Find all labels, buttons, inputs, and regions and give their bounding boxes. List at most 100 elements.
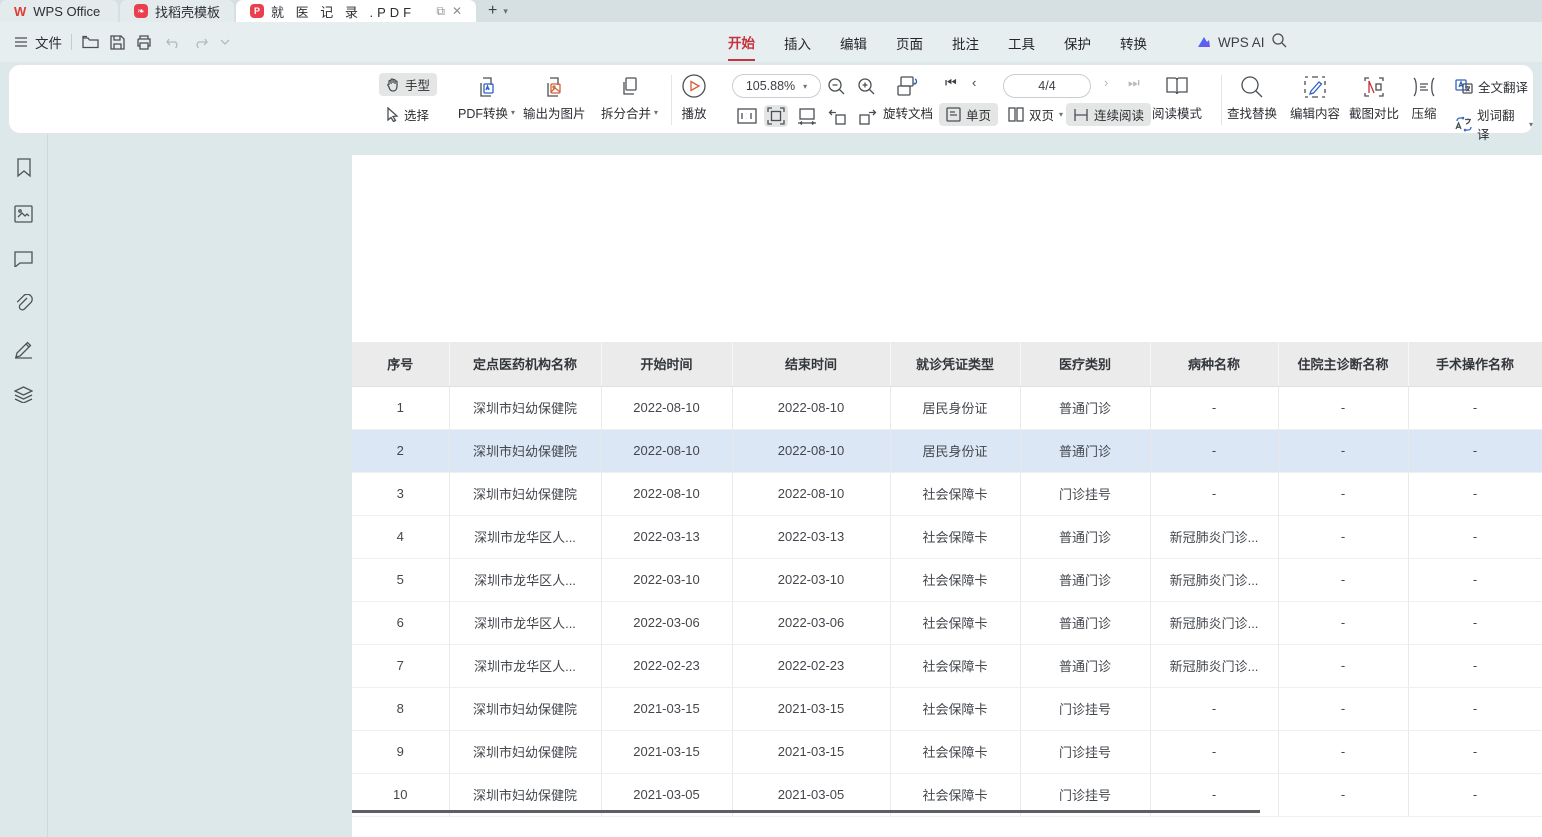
undo-icon[interactable] xyxy=(164,33,182,51)
pdf-convert-button[interactable]: PDF转换 ▾ xyxy=(458,75,515,122)
redo-icon[interactable] xyxy=(191,33,209,51)
menu-tab-convert[interactable]: 转换 xyxy=(1120,24,1147,60)
double-page-button[interactable]: 双页 ▾ xyxy=(1001,103,1070,126)
fit-page-button[interactable] xyxy=(764,105,788,127)
pdf-page[interactable]: 序号定点医药机构名称开始时间结束时间就诊凭证类型医疗类别病种名称住院主诊断名称手… xyxy=(352,155,1542,837)
column-header: 开始时间 xyxy=(601,342,732,386)
table-cell: - xyxy=(1150,429,1278,472)
screenshot-compare-button[interactable]: 截图对比 xyxy=(1349,75,1399,122)
edit-content-icon xyxy=(1303,75,1327,99)
play-icon xyxy=(681,73,707,99)
menu-tab-page[interactable]: 页面 xyxy=(896,24,923,60)
plus-icon: + xyxy=(488,2,497,20)
table-row: 5深圳市龙华区人...2022-03-102022-03-10社会保障卡普通门诊… xyxy=(352,558,1542,601)
zoom-in-icon[interactable] xyxy=(857,77,875,95)
single-page-button[interactable]: 单页 xyxy=(939,103,998,126)
word-translate-button[interactable]: 划词翻译 ▾ xyxy=(1455,105,1533,143)
menu-tab-annotate[interactable]: 批注 xyxy=(952,24,979,60)
chevron-down-icon[interactable] xyxy=(216,33,234,51)
table-cell: - xyxy=(1278,687,1408,730)
table-cell: - xyxy=(1408,429,1542,472)
first-page-icon[interactable]: ⏮ xyxy=(945,75,957,91)
last-page-icon[interactable]: ⏭ xyxy=(1128,75,1140,91)
table-cell: 深圳市妇幼保健院 xyxy=(449,472,601,515)
prev-page-icon[interactable]: ‹ xyxy=(972,75,976,90)
actual-size-button[interactable] xyxy=(735,105,759,127)
table-cell: 社会保障卡 xyxy=(890,601,1020,644)
export-image-button[interactable]: 输出为图片 xyxy=(523,75,586,122)
menu-tab-edit[interactable]: 编辑 xyxy=(840,24,867,60)
rotate-document-button[interactable]: 旋转文档 xyxy=(883,75,933,122)
fit-width-button[interactable] xyxy=(795,105,819,127)
screenshot-compare-icon xyxy=(1362,75,1386,99)
rotate-left-button[interactable] xyxy=(825,105,849,127)
bookmark-icon[interactable] xyxy=(15,158,33,183)
column-header: 序号 xyxy=(352,342,449,386)
rotate-right-button[interactable] xyxy=(855,105,879,127)
save-icon[interactable] xyxy=(108,33,126,51)
table-cell: 2022-03-13 xyxy=(601,515,732,558)
play-label: 播放 xyxy=(681,103,706,122)
table-row: 3深圳市妇幼保健院2022-08-102022-08-10社会保障卡门诊挂号--… xyxy=(352,472,1542,515)
next-page-icon[interactable]: › xyxy=(1104,75,1108,90)
full-translate-label: 全文翻译 xyxy=(1478,77,1528,96)
table-cell: 2021-03-15 xyxy=(601,730,732,773)
menu-tab-insert[interactable]: 插入 xyxy=(784,24,811,60)
table-cell: 普通门诊 xyxy=(1020,558,1150,601)
table-cell: 2022-08-10 xyxy=(601,386,732,429)
compress-button[interactable]: 压缩 xyxy=(1411,75,1437,122)
menu-tab-tools[interactable]: 工具 xyxy=(1008,24,1035,60)
zoom-out-icon[interactable] xyxy=(827,77,845,95)
page-number-input[interactable]: 4/4 xyxy=(1003,74,1091,98)
file-menu-button[interactable]: 文件 xyxy=(12,32,62,52)
table-cell: 2022-08-10 xyxy=(732,429,890,472)
hand-tool-button[interactable]: 手型 xyxy=(379,73,437,96)
table-cell: - xyxy=(1278,429,1408,472)
find-replace-button[interactable]: 查找替换 xyxy=(1227,75,1277,122)
table-cell: 2022-02-23 xyxy=(732,644,890,687)
layers-icon[interactable] xyxy=(14,386,33,408)
table-cell: 普通门诊 xyxy=(1020,429,1150,472)
chevron-down-icon: ▾ xyxy=(654,108,658,117)
edit-content-button[interactable]: 编辑内容 xyxy=(1290,75,1340,122)
table-row: 1深圳市妇幼保健院2022-08-102022-08-10居民身份证普通门诊--… xyxy=(352,386,1542,429)
tab-wps-office[interactable]: W WPS Office xyxy=(0,0,118,22)
full-translate-button[interactable]: 全文翻译 xyxy=(1455,77,1528,96)
zoom-level-select[interactable]: 105.88% ▾ xyxy=(732,74,821,98)
rotate-document-icon xyxy=(895,75,921,99)
tab-docer-templates[interactable]: ❧ 找稻壳模板 xyxy=(120,0,234,22)
table-cell: - xyxy=(1150,386,1278,429)
present-icon[interactable]: ⧉ xyxy=(436,4,445,19)
tab-document-pdf[interactable]: P 就 医 记 录 .PDF ⧉ ✕ xyxy=(236,0,476,22)
split-merge-button[interactable]: 拆分合并 ▾ xyxy=(601,75,658,122)
table-cell: 门诊挂号 xyxy=(1020,687,1150,730)
pdf-convert-icon xyxy=(475,75,499,99)
open-folder-icon[interactable] xyxy=(81,33,99,51)
select-tool-button[interactable]: 选择 xyxy=(379,103,436,126)
signature-icon[interactable] xyxy=(14,340,33,364)
table-cell: 2 xyxy=(352,429,449,472)
comment-icon[interactable] xyxy=(14,250,33,272)
double-page-icon xyxy=(1008,107,1024,122)
menu-tab-home[interactable]: 开始 xyxy=(728,23,755,61)
table-cell: - xyxy=(1278,644,1408,687)
wps-ai-button[interactable]: WPS AI xyxy=(1196,22,1265,62)
print-icon[interactable] xyxy=(135,33,153,51)
close-tab-icon[interactable]: ✕ xyxy=(452,4,462,18)
wps-logo-icon: W xyxy=(14,4,26,19)
continuous-read-button[interactable]: 连续阅读 xyxy=(1066,103,1151,126)
table-cell: 深圳市妇幼保健院 xyxy=(449,730,601,773)
thumbnail-icon[interactable] xyxy=(14,205,33,228)
column-header: 住院主诊断名称 xyxy=(1278,342,1408,386)
menu-tab-protect[interactable]: 保护 xyxy=(1064,24,1091,60)
rotate-right-icon xyxy=(858,108,877,125)
table-cell: 门诊挂号 xyxy=(1020,472,1150,515)
table-cell: 新冠肺炎门诊... xyxy=(1150,515,1278,558)
search-icon[interactable] xyxy=(1270,31,1288,49)
table-cell: 6 xyxy=(352,601,449,644)
column-header: 定点医药机构名称 xyxy=(449,342,601,386)
read-mode-button[interactable]: 阅读模式 xyxy=(1152,75,1202,122)
new-tab-button[interactable]: + ▾ xyxy=(478,0,518,22)
play-button[interactable]: 播放 xyxy=(681,73,707,122)
attachment-icon[interactable] xyxy=(14,294,33,318)
